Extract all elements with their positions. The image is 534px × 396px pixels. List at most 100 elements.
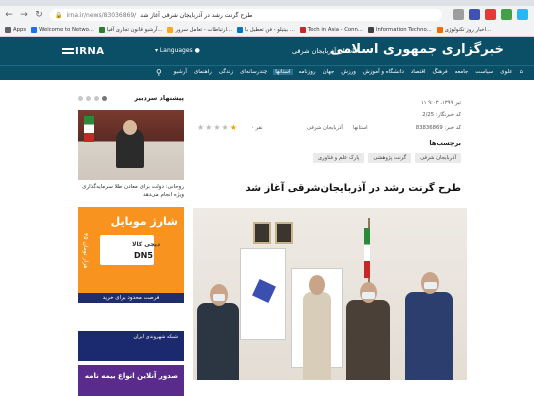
star-icon[interactable]: ★ (213, 123, 220, 132)
nav-item[interactable]: ورزش (340, 69, 357, 75)
nav-item[interactable]: روزنامه (298, 69, 317, 75)
url-text: irna.ir/news/83036869/ (66, 11, 137, 19)
extension-icon[interactable] (469, 9, 480, 20)
bookmark-label: Tech in Asia - Conn... (307, 27, 363, 33)
apps-icon (5, 27, 11, 33)
bookmark-label: اخبار روز تکنولوژی... (444, 27, 492, 33)
tags-heading: برچسب‌ها (429, 139, 461, 147)
nav-item[interactable]: اقتصاد (410, 69, 427, 75)
carousel-dot[interactable] (86, 95, 91, 101)
nav-item-active[interactable]: استانها (273, 69, 293, 75)
agency-title: خبرگزاری جمهوری اسلامی (330, 42, 504, 57)
rating-stars[interactable]: ★ ★ ★ ★ ★ (197, 123, 237, 132)
article-photo (193, 208, 467, 380)
site-icon (367, 27, 374, 33)
mobile-charge-ad[interactable]: شارژ موبایل ۳۵ هزار تومان دیجی کالا DN5 (78, 207, 184, 293)
bookmark-label: ارتباطات - تعامل سرور... (175, 27, 232, 33)
bookmark-label: بیتیلو - فن تعطیل با ... (244, 27, 295, 33)
logo-bars-icon (62, 48, 74, 54)
ad-title: شارژ موبایل (110, 215, 178, 228)
portrait-frame (253, 222, 271, 244)
site-logo[interactable]: IRNA (75, 46, 105, 57)
bookmarks-bar: Apps Welcome to Netwo... آرشیو قانون تجا… (0, 24, 534, 37)
bookmark-label: Apps (13, 27, 27, 33)
back-icon[interactable]: ← (3, 9, 15, 21)
portrait-frame (275, 222, 293, 244)
sidebar-header: پیشنهاد سردبیر (78, 92, 184, 104)
bookmark-item[interactable]: ارتباطات - تعامل سرور... (167, 27, 232, 33)
main-navbar: ⚲ ⌂ علوی سیاست جامعه فرهنگ اقتصاد دانشگا… (0, 65, 534, 80)
flag-image (84, 116, 94, 142)
ad-product-box (100, 235, 154, 265)
nav-item[interactable]: چندرسانه‌ای (239, 69, 268, 75)
editor-pick-caption[interactable]: روحانی: دولت برای معادن طلا سرمایه‌گذاری… (78, 183, 184, 199)
category-link[interactable]: آذربایجان شرقی (307, 125, 343, 131)
editor-pick-image[interactable] (78, 110, 184, 180)
home-icon[interactable]: ⌂ (519, 69, 525, 75)
nav-item[interactable]: زندگی (218, 69, 234, 75)
star-icon[interactable]: ★ (205, 123, 212, 132)
article-meta: ۱۱ تیر ۱۳۹۹، ۹:۰۳ کد خبرنگار: 2/25 کد خب… (193, 92, 467, 140)
reload-icon[interactable]: ↻ (33, 9, 45, 21)
flag-image (364, 228, 370, 278)
tag-chip[interactable]: پارک علم و فناوری (312, 153, 365, 163)
person-figure (405, 292, 453, 380)
bookmark-star-icon[interactable] (453, 9, 464, 20)
globe-icon: ● (194, 47, 200, 54)
extension-icon[interactable] (485, 9, 496, 20)
carousel-dot-active[interactable] (102, 95, 107, 101)
sidebar: پیشنهاد سردبیر روحانی: دولت برای معادن ط… (78, 92, 184, 396)
article: ۱۱ تیر ۱۳۹۹، ۹:۰۳ کد خبرنگار: 2/25 کد خب… (193, 92, 467, 380)
site-icon (31, 27, 38, 33)
tag-chip[interactable]: گرنت پژوهشی (368, 153, 412, 163)
search-icon[interactable]: ⚲ (156, 68, 162, 77)
face-mask (424, 282, 437, 289)
extension-icon[interactable] (501, 9, 512, 20)
nav-item[interactable]: جهان (322, 69, 336, 75)
bookmark-label: آرشیو قانون تجاری آفیا... (106, 27, 163, 33)
languages-dropdown[interactable]: ▾ Languages ● (155, 47, 200, 54)
bookmark-apps[interactable]: Apps (5, 27, 26, 33)
bookmark-item[interactable]: Tech in Asia - Conn... (299, 27, 363, 33)
insurance-ad[interactable]: صدور آنلاین انواع بیمه نامه (78, 365, 184, 396)
bookmark-item[interactable]: آرشیو قانون تجاری آفیا... (98, 27, 163, 33)
tab-title-text: طرح گرنت رشد در آذربایجان شرقی آغاز شد (140, 11, 253, 19)
bookmark-label: Information Techno... (375, 27, 432, 33)
ad-footer[interactable]: فرصت محدود برای خرید (78, 293, 184, 303)
nav-item[interactable]: راهنمای (193, 69, 213, 75)
ad-text: صدور آنلاین انواع بیمه نامه (84, 372, 178, 380)
ad-model: DN5 (134, 251, 153, 260)
bookmark-item[interactable]: Welcome to Netwo... (31, 27, 94, 33)
person-figure (303, 292, 331, 380)
citizen-network-ad[interactable]: شبکه شهروندی ایران (78, 331, 184, 361)
site-icon (167, 27, 174, 33)
nav-item[interactable]: جامعه (454, 69, 470, 75)
star-icon[interactable]: ★ (222, 123, 229, 132)
nav-item[interactable]: دانشگاه و آموزش (362, 69, 405, 75)
star-icon-filled[interactable]: ★ (230, 123, 237, 132)
ad-price: ۳۵ هزار تومان (82, 233, 89, 269)
carousel-dot[interactable] (94, 95, 99, 101)
nav-item[interactable]: فرهنگ (432, 69, 449, 75)
person-figure (197, 303, 239, 380)
site-icon (299, 27, 306, 33)
person-face (123, 120, 137, 135)
bookmark-item[interactable]: Information Techno... (367, 27, 432, 33)
carousel-dots (78, 95, 107, 101)
category-link[interactable]: استانها (353, 125, 368, 131)
carousel-dot[interactable] (78, 95, 83, 101)
star-icon[interactable]: ★ (197, 123, 204, 132)
address-bar[interactable]: 🔒 irna.ir/news/83036869/ طرح گرنت رشد در… (50, 9, 442, 21)
tags-list: آذربایجان شرقی گرنت پژوهشی پارک علم و فن… (312, 153, 461, 163)
rating-count: ۰ نفر (251, 125, 263, 131)
forward-icon[interactable]: → (18, 9, 30, 21)
nav-item[interactable]: آرشیو (173, 69, 188, 75)
tag-chip[interactable]: آذربایجان شرقی (415, 153, 461, 163)
site-icon (436, 27, 443, 33)
languages-label: Languages (159, 47, 193, 54)
nav-item[interactable]: سیاست (474, 69, 494, 75)
bookmark-item[interactable]: اخبار روز تکنولوژی... (436, 27, 492, 33)
profile-icon[interactable] (517, 9, 528, 20)
nav-item[interactable]: علوی (499, 69, 513, 75)
bookmark-item[interactable]: بیتیلو - فن تعطیل با ... (236, 27, 295, 33)
